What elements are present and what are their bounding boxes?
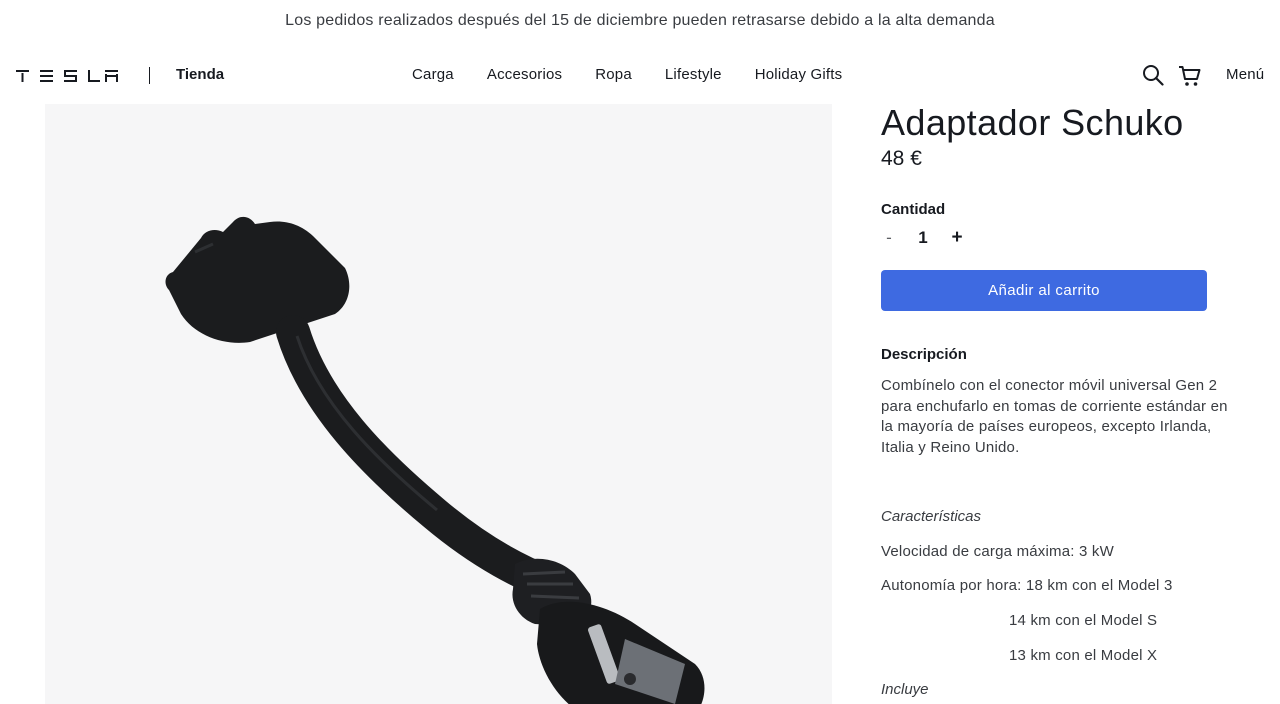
store-link[interactable]: Tienda [176, 66, 224, 83]
tesla-logo[interactable] [16, 70, 118, 82]
nav-item-ropa[interactable]: Ropa [595, 66, 632, 83]
quantity-value[interactable]: 1 [897, 228, 949, 248]
quantity-increase-button[interactable]: + [949, 227, 965, 249]
spec-max-charge: Velocidad de carga máxima: 3 kW [881, 543, 1114, 560]
product-price: 48 € [881, 147, 922, 170]
search-icon[interactable] [1142, 64, 1164, 86]
quantity-decrease-button[interactable]: - [881, 228, 897, 248]
menu-button[interactable]: Menú [1226, 66, 1264, 83]
banner-text: Los pedidos realizados después del 15 de… [285, 12, 995, 29]
description-text: Combínelo con el conector móvil universa… [881, 377, 1228, 456]
product-title: Adaptador Schuko [881, 102, 1184, 143]
schuko-adapter-image [165, 216, 705, 704]
description-heading: Descripción [881, 346, 967, 363]
spec-range-model-3: Autonomía por hora: 18 km con el Model 3 [881, 577, 1173, 594]
features-heading: Características [881, 508, 982, 525]
add-to-cart-button[interactable]: Añadir al carrito [881, 270, 1207, 311]
main-nav: Carga Accesorios Ropa Lifestyle Holiday … [412, 66, 875, 83]
spec-range-model-s: 14 km con el Model S [1009, 612, 1158, 629]
header-divider [149, 67, 150, 84]
nav-item-lifestyle[interactable]: Lifestyle [665, 66, 722, 83]
site-header: Tienda Carga Accesorios Ropa Lifestyle H… [0, 52, 1280, 100]
includes-heading: Incluye [881, 681, 929, 698]
quantity-label: Cantidad [881, 201, 946, 218]
product-image [45, 104, 832, 704]
nav-item-holiday-gifts[interactable]: Holiday Gifts [755, 66, 843, 83]
nav-item-accesorios[interactable]: Accesorios [487, 66, 562, 83]
cart-icon[interactable] [1178, 64, 1202, 88]
quantity-stepper: - 1 + [881, 227, 965, 249]
spec-range-model-x: 13 km con el Model X [1009, 647, 1158, 664]
announcement-banner: Los pedidos realizados después del 15 de… [0, 0, 1280, 42]
nav-item-carga[interactable]: Carga [412, 66, 454, 83]
